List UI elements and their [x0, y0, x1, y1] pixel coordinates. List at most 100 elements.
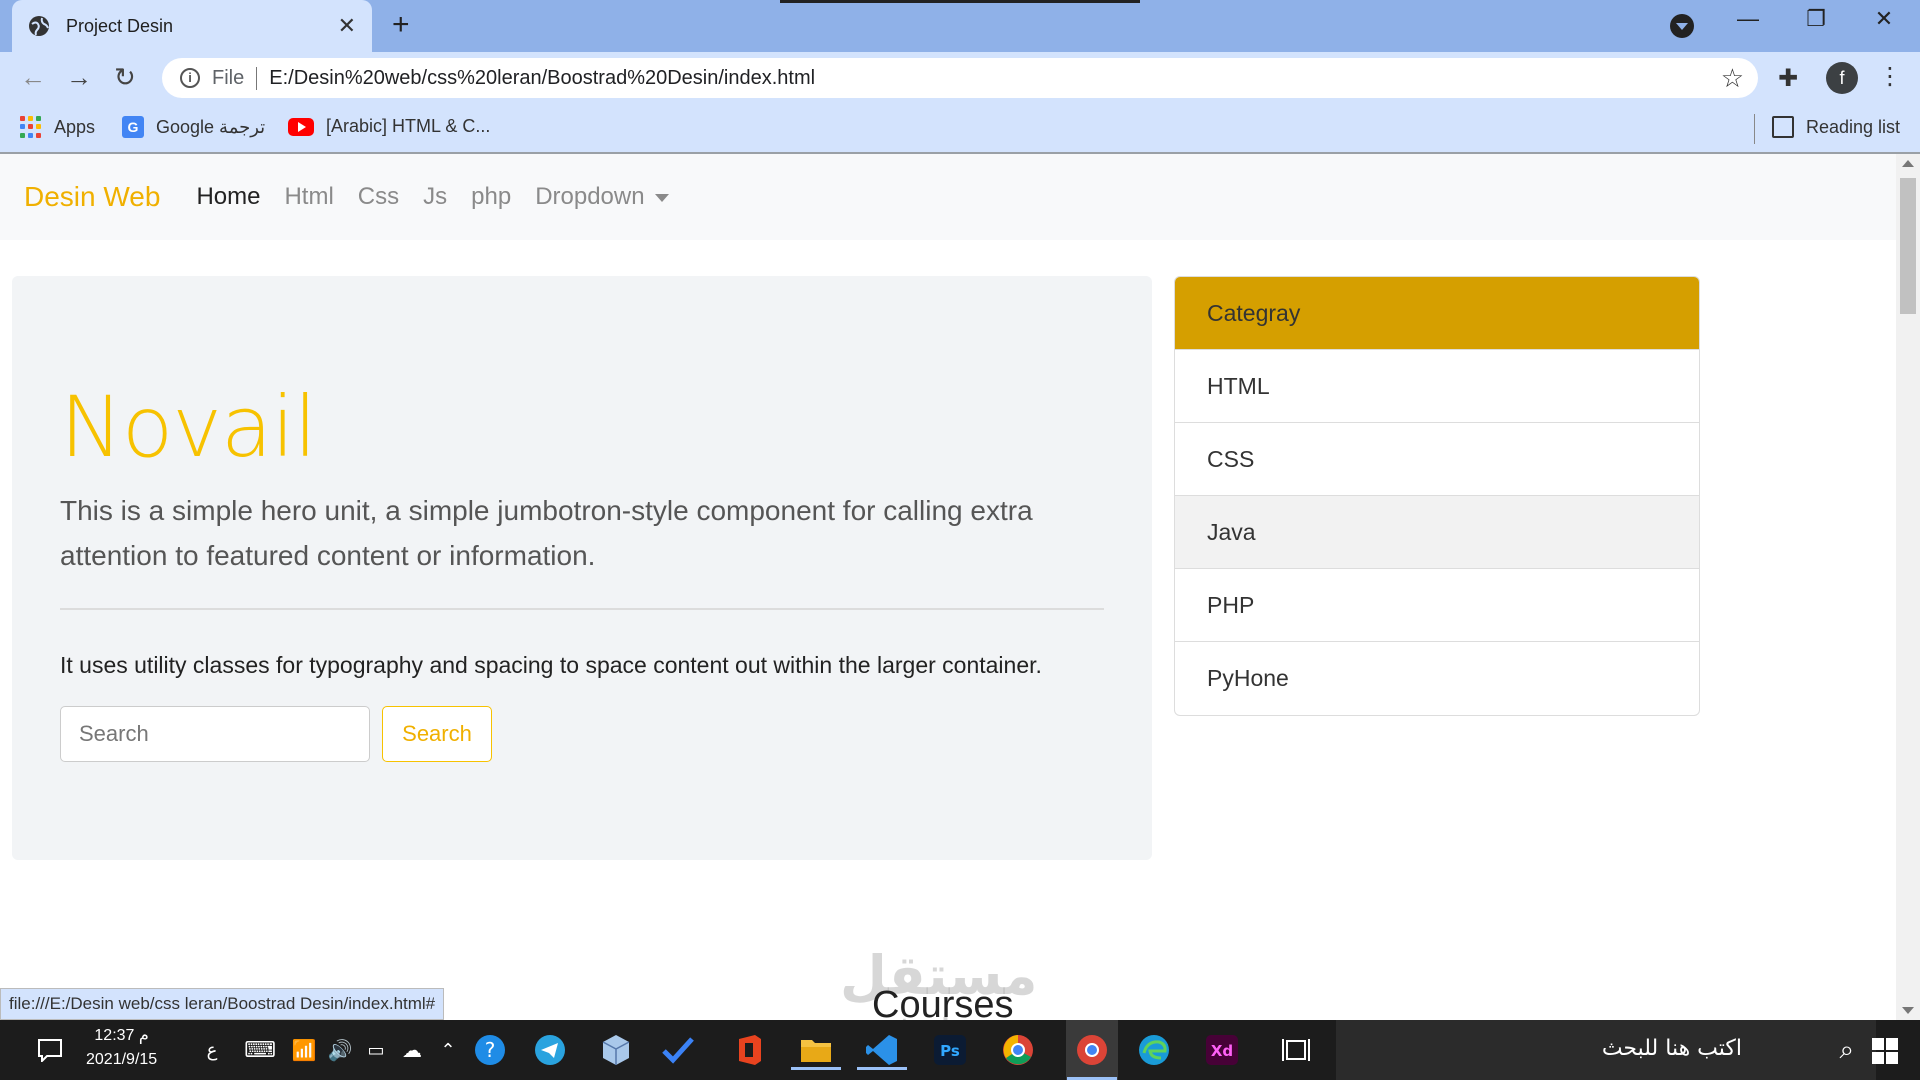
new-tab-button[interactable]: +: [392, 10, 410, 40]
site-navbar: Desin Web Home Html Css Js php Dropdown: [0, 154, 1896, 240]
address-url[interactable]: E:/Desin%20web/css%20leran/Boostrad%20De…: [269, 67, 1720, 90]
category-list: Categray HTML CSS Java PHP PyHone: [1174, 276, 1700, 716]
bookmark-google-translate[interactable]: G Google ترجمة: [122, 116, 265, 138]
nav-link-css[interactable]: Css: [358, 183, 399, 211]
taskbar-search-box[interactable]: اكتب هنا للبحث ⌕: [1336, 1020, 1876, 1080]
bookmark-youtube[interactable]: [Arabic] HTML & C...: [288, 116, 490, 137]
xd-label: Xd: [1211, 1042, 1233, 1060]
bookmark-label: Apps: [54, 116, 96, 137]
bookmark-label: [Arabic] HTML & C...: [326, 116, 491, 136]
window-minimize-button[interactable]: —: [1728, 6, 1768, 32]
volume-icon[interactable]: 🔊: [320, 1030, 360, 1070]
search-button[interactable]: Search: [382, 706, 492, 762]
category-item-pyhone[interactable]: PyHone: [1175, 641, 1699, 714]
box-app-icon[interactable]: [596, 1030, 636, 1070]
category-item-java[interactable]: Java: [1175, 495, 1699, 568]
task-view-icon[interactable]: [1276, 1030, 1316, 1070]
browser-tab-active[interactable]: Project Desin ✕: [12, 0, 372, 52]
telegram-icon[interactable]: [530, 1030, 570, 1070]
tab-close-icon[interactable]: ✕: [338, 13, 356, 39]
bookmark-apps[interactable]: Apps: [20, 116, 95, 138]
edge-icon[interactable]: [1134, 1030, 1174, 1070]
nav-link-home[interactable]: Home: [196, 183, 260, 211]
taskbar-search-placeholder: اكتب هنا للبحث: [1601, 1036, 1742, 1061]
show-hidden-icons-chevron-icon[interactable]: ⌃: [428, 1030, 468, 1070]
bookmark-separator: [1754, 114, 1755, 144]
bookmark-star-icon[interactable]: ☆: [1721, 63, 1744, 94]
progress-line: [780, 0, 1140, 3]
window-close-button[interactable]: ✕: [1864, 6, 1904, 32]
apps-grid-icon: [20, 116, 42, 138]
clock-date: 2021/9/15: [86, 1051, 158, 1068]
navbar-brand[interactable]: Desin Web: [24, 181, 160, 213]
onedrive-icon[interactable]: ☁: [392, 1030, 432, 1070]
category-item-html[interactable]: HTML: [1175, 349, 1699, 422]
nav-dropdown-label: Dropdown: [535, 183, 645, 210]
bookmarks-bar: Apps G Google ترجمة [Arabic] HTML & C...…: [0, 104, 1920, 154]
reading-list-button[interactable]: Reading list: [1772, 116, 1900, 138]
kebab-menu-icon[interactable]: ⋮: [1878, 62, 1902, 91]
chrome-profile-active-icon[interactable]: [1066, 1020, 1118, 1080]
notification-center-icon[interactable]: [30, 1030, 70, 1070]
windows-start-icon[interactable]: [1872, 1038, 1898, 1064]
extensions-puzzle-icon[interactable]: ✚: [1778, 64, 1798, 93]
jumbotron-lead: This is a simple hero unit, a simple jum…: [60, 495, 1033, 571]
scroll-thumb[interactable]: [1900, 178, 1916, 314]
battery-icon[interactable]: ▭: [356, 1030, 396, 1070]
bookmark-label: Google ترجمة: [156, 116, 266, 137]
category-item-php[interactable]: PHP: [1175, 568, 1699, 641]
back-arrow-icon[interactable]: ←: [20, 62, 46, 93]
nav-link-js[interactable]: Js: [423, 183, 447, 211]
site-info-icon[interactable]: i: [180, 68, 200, 88]
jumbotron-title: Novail: [60, 378, 317, 476]
scroll-up-arrow-icon[interactable]: [1902, 160, 1914, 167]
nav-dropdown-toggle[interactable]: Dropdown: [535, 183, 669, 211]
photoshop-icon[interactable]: Ps: [930, 1030, 970, 1070]
tab-title: Project Desin: [66, 15, 174, 36]
jumbotron: Novail This is a simple hero unit, a sim…: [12, 276, 1152, 860]
search-input[interactable]: [60, 706, 370, 762]
taskbar-clock[interactable]: 12:37 م 2021/9/15: [86, 1024, 157, 1072]
globe-icon: [29, 16, 49, 36]
jumbotron-text: It uses utility classes for typography a…: [60, 652, 1042, 678]
browser-toolbar: ← → ↻ i File E:/Desin%20web/css%20leran/…: [0, 52, 1920, 104]
photoshop-label: Ps: [940, 1042, 960, 1060]
reload-icon[interactable]: ↻: [114, 62, 136, 93]
status-bar-url: file:///E:/Desin web/css leran/Boostrad …: [0, 988, 445, 1020]
reading-list-icon: [1772, 116, 1794, 138]
search-icon: ⌕: [1839, 1034, 1854, 1064]
page-scrollbar[interactable]: [1896, 154, 1920, 1020]
watermark-domain: mostaql.com: [842, 1012, 1015, 1020]
adobe-xd-icon[interactable]: Xd: [1202, 1030, 1242, 1070]
office-icon[interactable]: [730, 1030, 770, 1070]
tab-search-icon[interactable]: [1670, 14, 1694, 38]
scroll-down-arrow-icon[interactable]: [1902, 1007, 1914, 1014]
svg-text:?: ?: [485, 1038, 496, 1062]
address-bar[interactable]: i File E:/Desin%20web/css%20leran/Boostr…: [162, 58, 1758, 98]
forward-arrow-icon[interactable]: →: [66, 62, 92, 93]
youtube-icon: [288, 117, 314, 136]
wifi-icon[interactable]: 📶: [284, 1030, 324, 1070]
nav-link-html[interactable]: Html: [284, 183, 333, 211]
window-restore-button[interactable]: ❐: [1796, 6, 1836, 32]
page-viewport: Desin Web Home Html Css Js php Dropdown …: [0, 154, 1896, 1020]
category-item-css[interactable]: CSS: [1175, 422, 1699, 495]
input-language-indicator[interactable]: ع: [192, 1030, 232, 1070]
category-header: Categray: [1175, 277, 1699, 349]
help-icon[interactable]: ?: [470, 1030, 510, 1070]
vscode-icon[interactable]: [857, 1030, 907, 1070]
chrome-icon[interactable]: [998, 1030, 1038, 1070]
reading-list-label: Reading list: [1806, 116, 1901, 137]
google-translate-icon: G: [122, 116, 144, 138]
active-app-indicator: [857, 1067, 907, 1070]
active-app-indicator: [791, 1067, 841, 1070]
caret-down-icon: [654, 193, 669, 202]
keyboard-icon[interactable]: ⌨: [240, 1030, 280, 1070]
jumbotron-divider: [60, 608, 1104, 610]
profile-avatar[interactable]: f: [1826, 62, 1858, 94]
todo-check-icon[interactable]: [658, 1030, 698, 1070]
nav-link-php[interactable]: php: [471, 183, 511, 211]
browser-tab-strip: Project Desin ✕ + — ❐ ✕: [0, 0, 1920, 52]
file-explorer-icon[interactable]: [791, 1030, 841, 1070]
windows-taskbar: 12:37 م 2021/9/15 ع ⌨ 📶 🔊 ▭ ☁ ⌃ ? Ps Xd …: [0, 1020, 1920, 1080]
